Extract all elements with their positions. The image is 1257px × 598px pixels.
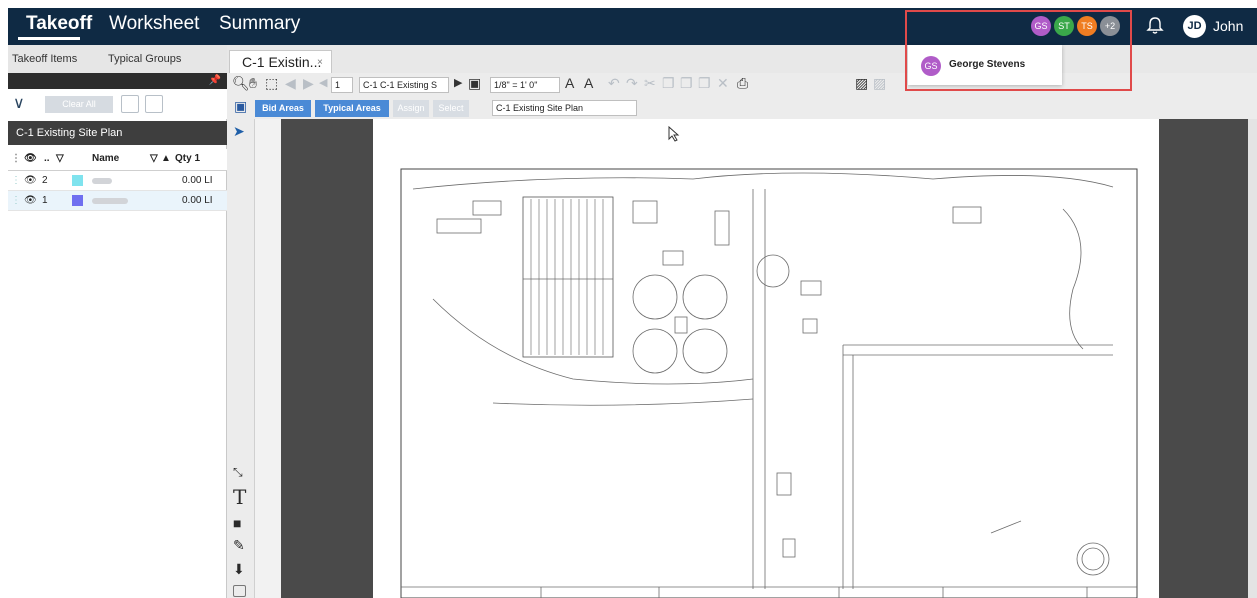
text-underline-icon[interactable]: A [584, 75, 593, 91]
duplicate-icon[interactable]: ❐ [698, 75, 711, 92]
nav-summary[interactable]: Summary [219, 13, 300, 35]
page-number-input[interactable]: 1 [331, 77, 353, 93]
clear-all-button[interactable]: Clear All [45, 96, 113, 113]
export-icon[interactable]: ▨ [855, 75, 868, 92]
measure-line-icon[interactable]: ⤡ [233, 465, 243, 480]
drawing-tool-strip: ➤ ⤡ T ■ ✎ ⬇ [227, 119, 255, 598]
undo-icon[interactable]: ↶ [608, 75, 620, 92]
redacted-name [92, 178, 112, 184]
back-icon[interactable]: ◀ [285, 75, 296, 92]
takeoff-left-panel: Takeoff Items Typical Groups 📌 ∨ Clear A… [8, 45, 227, 598]
takeoff-grid-header: ⋮ 👁 .. ▽ Name ▽ ▲ Qty 1 [8, 149, 227, 171]
row-qty: 0.00 LI [182, 175, 213, 186]
chevron-down-icon[interactable]: ∨ [13, 93, 25, 113]
cut-icon[interactable]: ✂︎ [644, 75, 656, 92]
drag-handle-icon: ⋮ [11, 153, 21, 164]
close-icon[interactable]: × [317, 57, 323, 68]
user-avatar[interactable]: JD [1183, 15, 1206, 38]
left-panel-toolbar: ∨ Clear All [8, 89, 227, 119]
nav-active-underline [18, 37, 80, 40]
next-page-icon[interactable]: ▶ [454, 76, 462, 89]
table-row[interactable]: ⋮ 👁 1 0.00 LI [8, 191, 227, 211]
assign-button[interactable]: Assign [393, 100, 429, 117]
table-row[interactable]: ⋮ 👁 2 0.00 LI [8, 171, 227, 191]
document-tab-label[interactable]: C-1 Existin... [242, 54, 321, 70]
color-swatch[interactable] [72, 195, 83, 206]
qty-column-header[interactable]: Qty 1 [175, 153, 200, 164]
filter-icon[interactable]: ▽ [56, 153, 64, 164]
zoom-icon[interactable]: 🔍︎ [232, 75, 250, 92]
eye-icon[interactable]: 👁 [24, 153, 37, 164]
tab-typical-groups[interactable]: Typical Groups [108, 53, 181, 65]
scale-select[interactable]: 1/8" = 1' 0" [490, 77, 560, 93]
drag-handle-icon[interactable]: ⋮ [11, 175, 21, 186]
color-swatch[interactable] [72, 175, 83, 186]
text-tool-icon[interactable]: T [233, 485, 246, 509]
name-column-header[interactable]: Name [92, 153, 119, 164]
delete-icon[interactable]: ✕ [717, 75, 729, 92]
expand-all-icon[interactable] [145, 95, 163, 113]
select-pointer-icon[interactable]: ➤ [233, 123, 245, 140]
count-column-header[interactable]: .. [44, 153, 50, 164]
document-tab[interactable]: C-1 Existin... × [229, 50, 332, 73]
checkbox-icon[interactable] [233, 585, 246, 597]
paste-icon[interactable]: ❐ [680, 75, 693, 92]
tab-takeoff-items[interactable]: Takeoff Items [12, 53, 77, 65]
copy-icon[interactable]: ❐ [662, 75, 675, 92]
panel-pin-bar: 📌 [8, 73, 227, 89]
user-name[interactable]: John [1213, 18, 1243, 34]
eye-icon[interactable]: 👁 [24, 175, 37, 186]
plan-header: C-1 Existing Site Plan [8, 121, 227, 145]
row-number: 1 [42, 195, 48, 206]
sort-asc-icon[interactable]: ▲ [161, 153, 171, 164]
plan-select[interactable]: C-1 Existing Site Plan [492, 100, 637, 116]
prev-page-icon[interactable]: ◀ [319, 76, 327, 89]
pan-hand-icon[interactable]: ✋︎ [249, 75, 257, 92]
select-button[interactable]: Select [433, 100, 469, 117]
fill-color-icon[interactable]: ■ [233, 515, 241, 531]
name-filter-icon[interactable]: ▽ [150, 153, 158, 164]
redacted-name [92, 198, 128, 204]
page-select[interactable]: C-1 C-1 Existing S [359, 77, 449, 93]
canvas-left-strip [255, 119, 281, 598]
nav-worksheet[interactable]: Worksheet [109, 13, 199, 35]
text-measure-icon[interactable]: A [565, 75, 574, 91]
nav-takeoff[interactable]: Takeoff [26, 13, 92, 35]
print-icon[interactable]: ⎙ [737, 75, 748, 92]
row-qty: 0.00 LI [182, 195, 213, 206]
mouse-cursor-icon [668, 126, 680, 142]
area-zoom-icon[interactable]: ▣ [234, 98, 247, 115]
report-icon[interactable]: ▨ [873, 75, 886, 92]
redo-icon[interactable]: ↷ [626, 75, 638, 92]
drag-handle-icon[interactable]: ⋮ [11, 195, 21, 206]
eye-icon[interactable]: 👁 [24, 195, 37, 206]
drawing-sheet[interactable] [373, 119, 1159, 598]
pin-icon[interactable]: 📌 [209, 75, 221, 86]
bell-icon[interactable] [1146, 16, 1164, 36]
canvas-right-edge [1248, 119, 1257, 598]
left-panel-tabs: Takeoff Items Typical Groups [8, 45, 227, 73]
typical-areas-button[interactable]: Typical Areas [315, 100, 389, 117]
areas-toolbar: ▣ Bid Areas Typical Areas Assign Select … [227, 97, 1257, 119]
row-number: 2 [42, 175, 48, 186]
page-view-icon[interactable]: ▣ [468, 75, 481, 92]
plan-canvas[interactable] [255, 119, 1257, 598]
forward-icon[interactable]: ▶ [303, 75, 314, 92]
zoom-window-icon[interactable]: ⬚ [265, 75, 278, 92]
bid-areas-button[interactable]: Bid Areas [255, 100, 311, 117]
pen-icon[interactable]: ✎ [233, 537, 245, 554]
plan-title: C-1 Existing Site Plan [16, 127, 123, 139]
stamp-icon[interactable]: ⬇ [233, 561, 245, 578]
site-plan-drawing [400, 168, 1138, 598]
presence-highlight-box [905, 10, 1132, 91]
collapse-all-icon[interactable] [121, 95, 139, 113]
